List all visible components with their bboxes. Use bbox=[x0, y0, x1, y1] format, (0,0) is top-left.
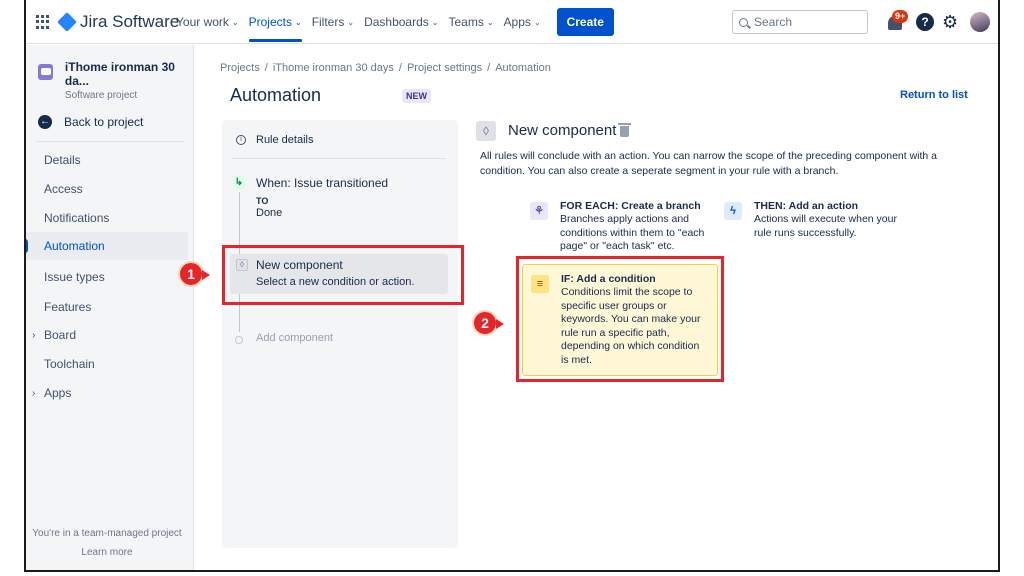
nav-teams[interactable]: Teams ⌄ bbox=[448, 0, 493, 44]
back-to-project-link[interactable]: ← Back to project bbox=[38, 115, 143, 129]
project-name: iThome ironman 30 da... bbox=[64, 60, 175, 88]
chevron-down-icon: ⌄ bbox=[486, 17, 494, 27]
chevron-down-icon: ⌄ bbox=[533, 17, 541, 27]
chevron-down-icon: ⌄ bbox=[231, 17, 239, 27]
nav-menu: Your work ⌄ Projects ⌄ Filters ⌄ Dashboards… bbox=[176, 0, 614, 44]
chevron-down-icon: ⌄ bbox=[294, 17, 302, 27]
add-component-link[interactable]: Add component bbox=[256, 332, 333, 344]
add-component-dot-icon bbox=[235, 336, 243, 344]
rule-details-item[interactable]: i Rule details bbox=[236, 134, 313, 146]
notification-badge: 9+ bbox=[892, 10, 909, 23]
action-option-title: THEN: Add an action bbox=[754, 200, 859, 212]
search-placeholder: Search bbox=[754, 15, 793, 29]
action-option[interactable]: ϟ THEN: Add an action Actions will execu… bbox=[724, 200, 914, 245]
branch-option[interactable]: ⚘ FOR EACH: Create a branch Branches app… bbox=[530, 200, 720, 260]
trigger-to-label: TO bbox=[256, 196, 269, 206]
component-icon: ◊ bbox=[476, 121, 496, 141]
create-button[interactable]: Create bbox=[556, 8, 614, 36]
callout-1: 1 bbox=[178, 261, 210, 287]
search-input[interactable]: Search bbox=[732, 10, 868, 34]
breadcrumb: Projects / iThome ironman 30 days / Project … bbox=[220, 62, 551, 74]
chevron-right-icon: › bbox=[32, 329, 36, 341]
component-description: All rules will conclude with an action. … bbox=[480, 150, 938, 177]
component-title: New component bbox=[508, 122, 617, 139]
back-label: Back to project bbox=[64, 115, 144, 129]
sidebar-item-automation[interactable]: Automation bbox=[26, 232, 188, 260]
highlight-box-2 bbox=[516, 256, 724, 382]
team-managed-note: You're in a team-managed project bbox=[32, 528, 182, 539]
branch-option-body: Branches apply actions and conditions wi… bbox=[560, 213, 705, 252]
app-switcher-icon[interactable] bbox=[36, 15, 50, 29]
chevron-down-icon: ⌄ bbox=[431, 17, 439, 27]
trigger-to-value: Done bbox=[256, 207, 283, 219]
top-navigation: Jira Software Your work ⌄ Projects ⌄ Filte… bbox=[26, 0, 998, 44]
sidebar-item-board[interactable]: › Board bbox=[26, 321, 188, 349]
project-sidebar: iThome ironman 30 da... Software project… bbox=[26, 45, 194, 570]
branch-option-title: FOR EACH: Create a branch bbox=[560, 200, 701, 212]
help-icon[interactable]: ? bbox=[916, 13, 934, 31]
search-icon bbox=[739, 17, 748, 27]
sidebar-item-apps[interactable]: › Apps bbox=[26, 379, 188, 407]
breadcrumb-project[interactable]: iThome ironman 30 days bbox=[273, 62, 394, 74]
arrow-left-icon: ← bbox=[38, 115, 52, 129]
nav-projects[interactable]: Projects ⌄ bbox=[248, 0, 302, 44]
avatar[interactable] bbox=[970, 12, 990, 32]
breadcrumb-automation[interactable]: Automation bbox=[495, 62, 551, 74]
new-badge: NEW bbox=[402, 89, 431, 103]
learn-more-link[interactable]: Learn more bbox=[26, 547, 188, 558]
sidebar-item-features[interactable]: Features bbox=[26, 293, 188, 321]
callout-2: 2 bbox=[472, 310, 504, 336]
sidebar-item-access[interactable]: Access bbox=[26, 175, 188, 203]
chevron-down-icon: ⌄ bbox=[347, 17, 355, 27]
trigger-title[interactable]: When: Issue transitioned bbox=[256, 176, 388, 190]
rule-editor-panel: i Rule details ↳ When: Issue transitione… bbox=[222, 120, 458, 548]
highlight-box-1 bbox=[222, 245, 464, 305]
app-name: Jira Software bbox=[80, 12, 180, 31]
transition-icon: ↳ bbox=[232, 176, 246, 190]
breadcrumb-project-settings[interactable]: Project settings bbox=[407, 62, 482, 74]
nav-dashboards[interactable]: Dashboards ⌄ bbox=[364, 0, 438, 44]
branch-icon: ⚘ bbox=[530, 202, 548, 220]
nav-filters[interactable]: Filters ⌄ bbox=[312, 0, 354, 44]
nav-apps[interactable]: Apps ⌄ bbox=[504, 0, 541, 44]
app-window: Jira Software Your work ⌄ Projects ⌄ Filte… bbox=[24, 0, 1000, 572]
jira-logo[interactable]: Jira Software bbox=[57, 12, 180, 32]
project-type: Software project bbox=[64, 90, 138, 101]
info-icon: i bbox=[236, 135, 246, 145]
sidebar-item-details[interactable]: Details bbox=[26, 146, 188, 174]
jira-diamond-icon bbox=[57, 12, 77, 32]
return-to-list-link[interactable]: Return to list bbox=[900, 89, 968, 101]
sidebar-item-toolchain[interactable]: Toolchain bbox=[26, 350, 188, 378]
sidebar-item-issue-types[interactable]: Issue types bbox=[26, 263, 188, 291]
nav-your-work[interactable]: Your work ⌄ bbox=[176, 0, 239, 44]
gear-icon[interactable]: ⚙ bbox=[942, 12, 958, 32]
breadcrumb-projects[interactable]: Projects bbox=[220, 62, 260, 74]
lightning-icon: ϟ bbox=[724, 202, 742, 220]
project-avatar-icon bbox=[38, 64, 53, 80]
trash-icon[interactable] bbox=[618, 123, 631, 137]
project-header[interactable]: iThome ironman 30 da... Software project bbox=[38, 60, 193, 101]
divider bbox=[36, 141, 184, 142]
sidebar-item-notifications[interactable]: Notifications bbox=[26, 204, 188, 232]
page-title: Automation bbox=[230, 85, 322, 105]
notifications-button[interactable]: 9+ bbox=[886, 10, 909, 32]
chevron-right-icon: › bbox=[32, 387, 36, 399]
action-option-body: Actions will execute when your rule runs… bbox=[754, 213, 897, 239]
divider bbox=[232, 158, 446, 159]
rule-details-label: Rule details bbox=[256, 134, 314, 146]
